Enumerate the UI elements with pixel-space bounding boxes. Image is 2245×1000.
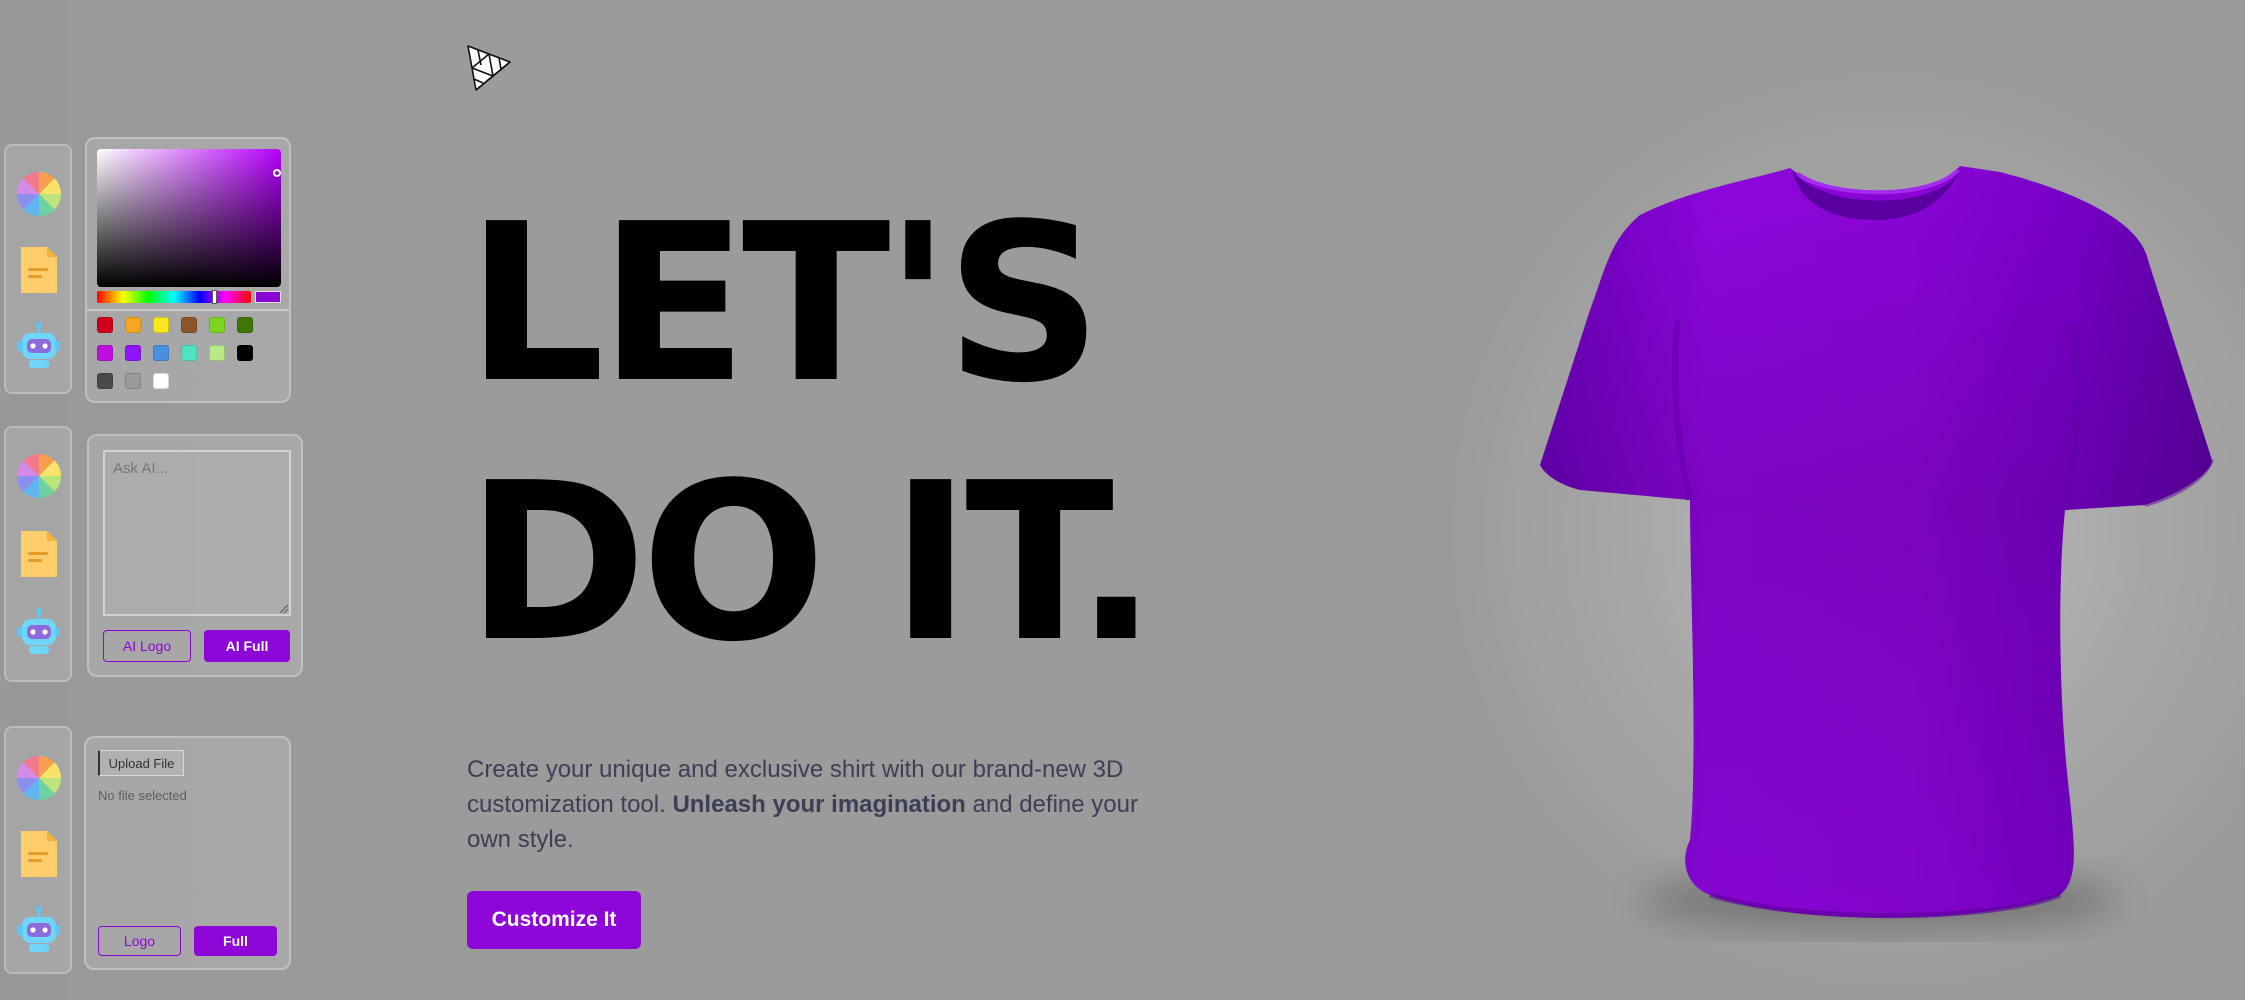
color-swatch[interactable] — [97, 317, 113, 333]
file-icon — [21, 831, 57, 877]
color-swatch[interactable] — [125, 373, 141, 389]
upload-file-button[interactable]: Upload File — [98, 750, 184, 776]
color-picker-panel — [85, 137, 291, 403]
hue-slider-handle[interactable] — [212, 290, 218, 304]
ai-picker-panel: AI Logo AI Full — [87, 434, 303, 677]
ai-picker-tab[interactable] — [16, 320, 62, 372]
color-wheel-icon — [16, 171, 62, 217]
headline-line-2: DO IT. — [466, 437, 1158, 690]
color-swatch[interactable] — [97, 373, 113, 389]
hue-slider[interactable] — [97, 290, 251, 304]
file-icon — [21, 531, 57, 577]
color-swatch[interactable] — [181, 317, 197, 333]
ai-picker-tab[interactable] — [16, 606, 62, 658]
robot-icon — [18, 322, 60, 368]
color-swatch[interactable] — [125, 345, 141, 361]
file-icon — [21, 247, 57, 293]
logo-button[interactable]: Logo — [98, 926, 181, 956]
hero-description: Create your unique and exclusive shirt w… — [467, 752, 1147, 857]
tshirt-3d-model[interactable] — [1530, 160, 2220, 950]
color-picker-tab[interactable] — [16, 752, 62, 804]
editor-tabs — [4, 426, 72, 682]
color-swatch[interactable] — [125, 317, 141, 333]
ai-logo-button[interactable]: AI Logo — [103, 630, 191, 662]
robot-icon — [18, 906, 60, 952]
customize-it-button[interactable]: Customize It — [467, 891, 641, 949]
file-status: No file selected — [98, 788, 187, 803]
color-picker-tab[interactable] — [16, 168, 62, 220]
color-picker-tab[interactable] — [16, 450, 62, 502]
color-wheel-icon — [16, 755, 62, 801]
editor-tabs — [4, 726, 72, 974]
ai-full-button[interactable]: AI Full — [204, 630, 290, 662]
divider — [87, 309, 289, 311]
file-picker-panel: Upload File No file selected Logo Full — [84, 736, 291, 970]
color-swatch[interactable] — [153, 317, 169, 333]
color-swatch[interactable] — [153, 373, 169, 389]
color-swatch[interactable] — [237, 317, 253, 333]
color-swatch[interactable] — [209, 317, 225, 333]
ai-prompt-input[interactable] — [103, 450, 291, 616]
saturation-area[interactable] — [97, 149, 281, 287]
color-swatch[interactable] — [181, 345, 197, 361]
saturation-handle[interactable] — [273, 169, 281, 177]
color-swatch[interactable] — [153, 345, 169, 361]
file-picker-tab[interactable] — [16, 244, 62, 296]
color-preview — [255, 291, 281, 303]
headline-line-1: LET'S — [466, 178, 1102, 431]
full-button[interactable]: Full — [194, 926, 277, 956]
color-wheel-icon — [16, 453, 62, 499]
file-picker-tab[interactable] — [16, 828, 62, 880]
ai-picker-tab[interactable] — [16, 904, 62, 956]
color-swatch[interactable] — [237, 345, 253, 361]
description-emphasis: Unleash your imagination — [672, 791, 966, 818]
threejs-logo-icon[interactable] — [466, 44, 512, 94]
editor-tabs — [4, 144, 72, 394]
robot-icon — [18, 608, 60, 654]
color-swatch[interactable] — [209, 345, 225, 361]
color-swatch[interactable] — [97, 345, 113, 361]
resize-handle-icon[interactable] — [279, 604, 289, 614]
file-picker-tab[interactable] — [16, 528, 62, 580]
